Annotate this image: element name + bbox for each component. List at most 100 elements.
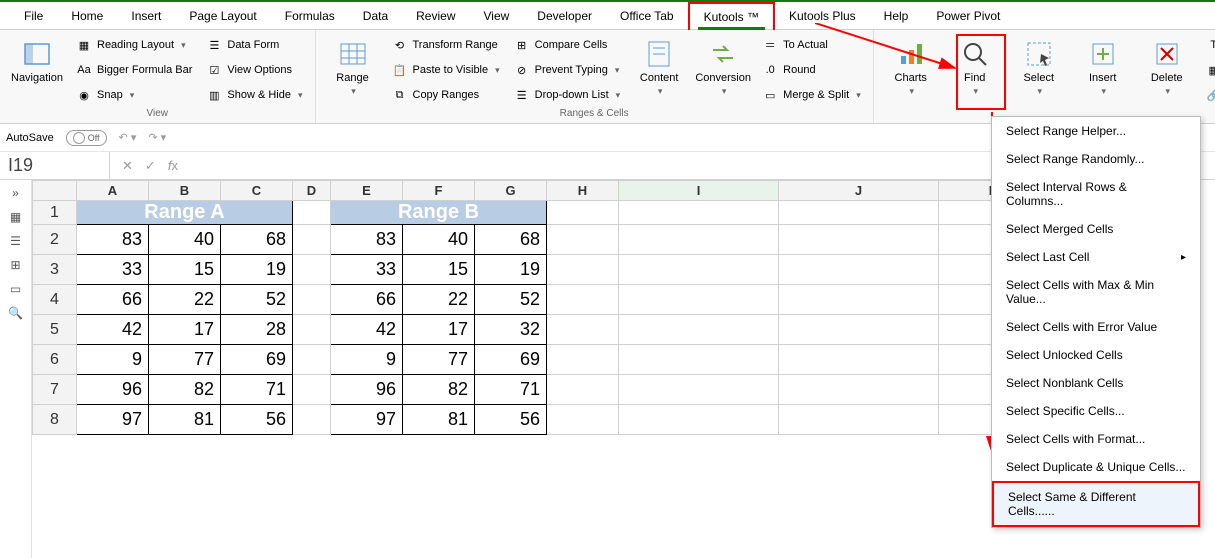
- dropdown-list-button[interactable]: ☰Drop-down List▾: [510, 84, 625, 106]
- tab-home[interactable]: Home: [57, 3, 117, 29]
- cell[interactable]: 68: [475, 225, 547, 255]
- cell[interactable]: 82: [403, 375, 475, 405]
- paste-to-visible-button[interactable]: 📋Paste to Visible▾: [388, 59, 504, 81]
- transform-range-button[interactable]: ⟲Transform Range: [388, 34, 504, 56]
- cell[interactable]: 97: [331, 405, 403, 435]
- cell[interactable]: 33: [77, 255, 149, 285]
- tab-office-tab[interactable]: Office Tab: [606, 3, 688, 29]
- reading-layout-button[interactable]: ▦Reading Layout▾: [72, 34, 196, 56]
- range-button[interactable]: Range▾: [324, 34, 382, 97]
- cell[interactable]: 9: [331, 345, 403, 375]
- cell[interactable]: 66: [77, 285, 149, 315]
- conversion-button[interactable]: Conversion▾: [694, 34, 752, 97]
- cell[interactable]: 97: [77, 405, 149, 435]
- cell[interactable]: [547, 225, 619, 255]
- cell[interactable]: 81: [403, 405, 475, 435]
- menu-select-merged[interactable]: Select Merged Cells: [992, 215, 1200, 243]
- col-header[interactable]: A: [77, 181, 149, 201]
- cell[interactable]: [293, 201, 331, 225]
- cell[interactable]: 52: [475, 285, 547, 315]
- rail-icon[interactable]: ▦: [10, 210, 21, 224]
- menu-select-interval[interactable]: Select Interval Rows & Columns...: [992, 173, 1200, 215]
- tab-formulas[interactable]: Formulas: [271, 3, 349, 29]
- row-header[interactable]: 2: [33, 225, 77, 255]
- cell[interactable]: [547, 255, 619, 285]
- show-hide-button[interactable]: ▥Show & Hide▾: [202, 84, 306, 106]
- menu-select-format[interactable]: Select Cells with Format...: [992, 425, 1200, 453]
- cell[interactable]: [779, 201, 939, 225]
- cell[interactable]: 28: [221, 315, 293, 345]
- snap-button[interactable]: ◉Snap▾: [72, 84, 196, 106]
- copy-ranges-button[interactable]: ⧉Copy Ranges: [388, 84, 504, 106]
- range-a-header[interactable]: Range A: [77, 201, 293, 225]
- cell[interactable]: 77: [149, 345, 221, 375]
- fx-icon[interactable]: fx: [168, 158, 178, 173]
- rail-icon[interactable]: 🔍: [8, 306, 23, 320]
- cell[interactable]: [779, 285, 939, 315]
- cell[interactable]: [293, 405, 331, 435]
- cell[interactable]: [619, 315, 779, 345]
- row-header[interactable]: 5: [33, 315, 77, 345]
- autosave-toggle[interactable]: Off: [66, 130, 107, 146]
- col-header[interactable]: H: [547, 181, 619, 201]
- cancel-icon[interactable]: ✕: [122, 158, 133, 174]
- cell[interactable]: [619, 255, 779, 285]
- col-header[interactable]: E: [331, 181, 403, 201]
- menu-select-range-randomly[interactable]: Select Range Randomly...: [992, 145, 1200, 173]
- select-button[interactable]: Select▾: [1010, 34, 1068, 97]
- cell[interactable]: [619, 225, 779, 255]
- col-header[interactable]: G: [475, 181, 547, 201]
- bigger-formula-bar-button[interactable]: AaBigger Formula Bar: [72, 59, 196, 81]
- redo-button[interactable]: ↷ ▾: [148, 131, 166, 144]
- menu-select-same-different[interactable]: Select Same & Different Cells......: [992, 481, 1200, 527]
- cell[interactable]: [547, 405, 619, 435]
- cell[interactable]: 32: [475, 315, 547, 345]
- enter-icon[interactable]: ✓: [145, 158, 156, 174]
- cell[interactable]: [293, 285, 331, 315]
- merge-split-button[interactable]: ▭Merge & Split▾: [758, 84, 865, 106]
- cell[interactable]: 42: [331, 315, 403, 345]
- content-button[interactable]: Content▾: [630, 34, 688, 97]
- menu-select-max-min[interactable]: Select Cells with Max & Min Value...: [992, 271, 1200, 313]
- cell[interactable]: 69: [221, 345, 293, 375]
- cell[interactable]: 69: [475, 345, 547, 375]
- cell[interactable]: 66: [331, 285, 403, 315]
- tab-view[interactable]: View: [470, 3, 524, 29]
- cell[interactable]: 42: [77, 315, 149, 345]
- cell[interactable]: [293, 225, 331, 255]
- undo-button[interactable]: ↶ ▾: [119, 131, 137, 144]
- tab-review[interactable]: Review: [402, 3, 469, 29]
- view-options-button[interactable]: ☑View Options: [202, 59, 306, 81]
- data-form-button[interactable]: ☰Data Form: [202, 34, 306, 56]
- cell[interactable]: [547, 201, 619, 225]
- rail-icon[interactable]: ⊞: [10, 258, 20, 272]
- cell[interactable]: [779, 375, 939, 405]
- cell[interactable]: 71: [221, 375, 293, 405]
- cell[interactable]: 19: [221, 255, 293, 285]
- navigation-button[interactable]: Navigation: [8, 34, 66, 84]
- menu-select-error[interactable]: Select Cells with Error Value: [992, 313, 1200, 341]
- col-header[interactable]: J: [779, 181, 939, 201]
- range-b-header[interactable]: Range B: [331, 201, 547, 225]
- menu-select-duplicate-unique[interactable]: Select Duplicate & Unique Cells...: [992, 453, 1200, 481]
- menu-select-range-helper[interactable]: Select Range Helper...: [992, 117, 1200, 145]
- cell[interactable]: 77: [403, 345, 475, 375]
- menu-select-nonblank[interactable]: Select Nonblank Cells: [992, 369, 1200, 397]
- select-all-corner[interactable]: [33, 181, 77, 201]
- cell[interactable]: 96: [331, 375, 403, 405]
- cell[interactable]: [619, 201, 779, 225]
- expand-icon[interactable]: »: [12, 186, 19, 200]
- row-header[interactable]: 3: [33, 255, 77, 285]
- cell[interactable]: [779, 315, 939, 345]
- cell[interactable]: 22: [149, 285, 221, 315]
- cell[interactable]: 52: [221, 285, 293, 315]
- delete-button[interactable]: Delete▾: [1138, 34, 1196, 97]
- cell[interactable]: 71: [475, 375, 547, 405]
- cell[interactable]: 17: [403, 315, 475, 345]
- compare-cells-button[interactable]: ⊞Compare Cells: [510, 34, 625, 56]
- row-header[interactable]: 1: [33, 201, 77, 225]
- cell[interactable]: [547, 345, 619, 375]
- cell[interactable]: 17: [149, 315, 221, 345]
- menu-select-last-cell[interactable]: Select Last Cell▸: [992, 243, 1200, 271]
- col-header[interactable]: C: [221, 181, 293, 201]
